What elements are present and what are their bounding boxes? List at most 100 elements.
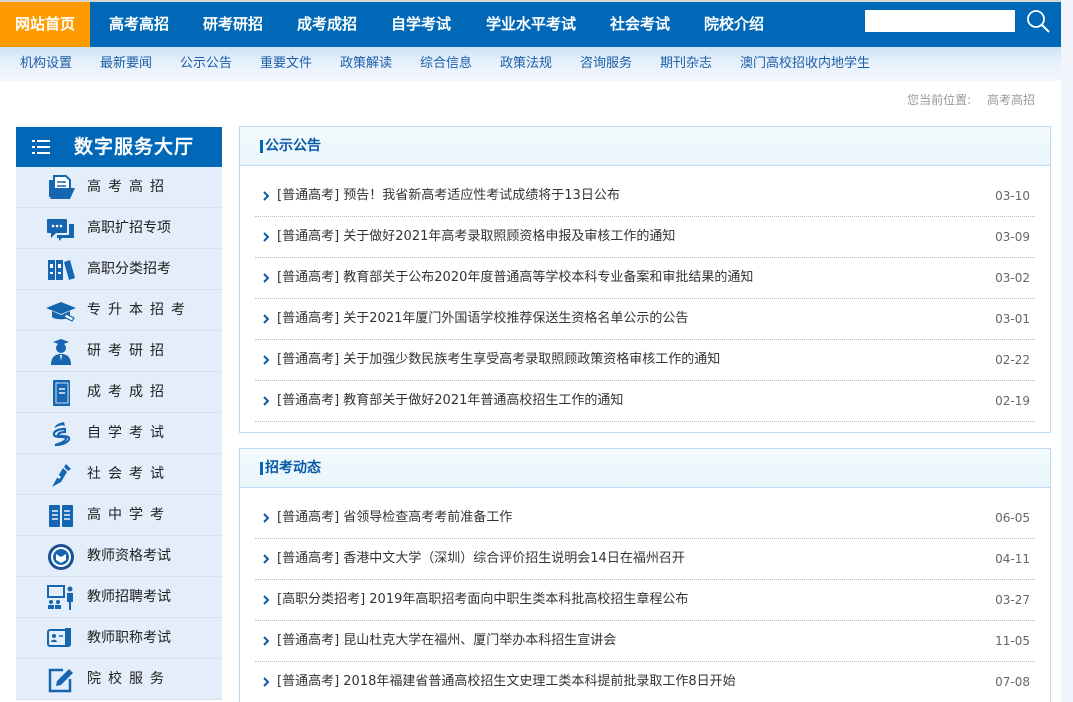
news-item[interactable]: [普通高考] 香港中文大学（深圳）综合评价招生说明会14日在福州召开 04-11 bbox=[255, 539, 1035, 580]
sidebar-title: 数字服务大厅 bbox=[74, 136, 195, 158]
sidebar-item-gaozhi-kuozhao[interactable]: 高职扩招专项 bbox=[16, 208, 222, 249]
panel-title[interactable]: 公示公告 bbox=[265, 127, 321, 166]
sidebar-item-yankao[interactable]: 研考研招 bbox=[16, 331, 222, 372]
subnav-item[interactable]: 综合信息 bbox=[420, 47, 472, 81]
sidebar-item-label: 教师招聘考试 bbox=[87, 589, 171, 605]
chevron-right-icon bbox=[263, 355, 269, 365]
news-item[interactable]: [高职分类招考] 2019年高职招考面向中职生类本科批高校招生章程公布 03-2… bbox=[255, 580, 1035, 621]
news-title[interactable]: [普通高考] 预告！我省新高考适应性考试成绩将于13日公布 bbox=[277, 176, 620, 216]
binders-icon bbox=[48, 260, 75, 280]
subnav-item[interactable]: 重要文件 bbox=[260, 47, 312, 81]
news-item[interactable]: [普通高考] 省领导检查高考考前准备工作 06-05 bbox=[255, 498, 1035, 539]
news-item[interactable]: [普通高考] 关于加强少数民族考生享受高考录取照顾政策资格审核工作的通知 02-… bbox=[255, 340, 1035, 381]
panel-spacer bbox=[240, 422, 1050, 432]
sidebar-header: 数字服务大厅 bbox=[16, 127, 222, 167]
breadcrumb: 您当前位置: 高考高招 bbox=[907, 91, 1035, 108]
panel-header: 招考动态 bbox=[240, 449, 1050, 488]
news-item[interactable]: [普通高考] 关于2021年厦门外国语学校推荐保送生资格名单公示的公告 03-0… bbox=[255, 299, 1035, 340]
chevron-right-icon bbox=[263, 636, 269, 646]
news-title[interactable]: [普通高考] 关于加强少数民族考生享受高考录取照顾政策资格审核工作的通知 bbox=[277, 340, 720, 380]
news-title[interactable]: [普通高考] 教育部关于做好2021年普通高校招生工作的通知 bbox=[277, 381, 623, 421]
news-item[interactable]: [普通高考] 2018年福建省普通高校招生文史理工类本科提前批录取工作8日开始 … bbox=[255, 662, 1035, 702]
sidebar-item-label: 院校服务 bbox=[87, 671, 171, 687]
news-item[interactable]: [普通高考] 教育部关于做好2021年普通高校招生工作的通知 02-19 bbox=[255, 381, 1035, 422]
graduation-cap-icon bbox=[46, 302, 76, 322]
sidebar-item-jiaoshi-zhaopin[interactable]: 教师招聘考试 bbox=[16, 577, 222, 618]
nav-zixue[interactable]: 自学考试 bbox=[380, 2, 462, 47]
teacher-badge-icon bbox=[48, 544, 74, 570]
sidebar-item-jiaoshi-zhicheng[interactable]: 教师职称考试 bbox=[16, 618, 222, 659]
sidebar-item-zixue[interactable]: 自学考试 bbox=[16, 413, 222, 454]
chevron-right-icon bbox=[263, 677, 269, 687]
sidebar-item-label: 教师资格考试 bbox=[87, 548, 171, 564]
nav-chengkao[interactable]: 成考成招 bbox=[286, 2, 368, 47]
sidebar-item-chengkao[interactable]: 成考成招 bbox=[16, 372, 222, 413]
news-item[interactable]: [普通高考] 昆山杜克大学在福州、厦门举办本科招生宣讲会 11-05 bbox=[255, 621, 1035, 662]
news-list: [普通高考] 预告！我省新高考适应性考试成绩将于13日公布 03-10 [普通高… bbox=[240, 166, 1050, 422]
page-scrollbar-track[interactable] bbox=[1061, 0, 1073, 702]
sidebar-item-label: 高考高招 bbox=[87, 179, 171, 195]
news-date: 02-19 bbox=[995, 394, 1030, 408]
chevron-right-icon bbox=[263, 595, 269, 605]
subnav-item[interactable]: 公示公告 bbox=[180, 47, 232, 81]
main-nav: 网站首页 高考高招 研考研招 成考成招 自学考试 学业水平考试 社会考试 院校介… bbox=[0, 2, 1073, 47]
sidebar-item-gaozhi-fenlei[interactable]: 高职分类招考 bbox=[16, 249, 222, 290]
subnav-item[interactable]: 政策法规 bbox=[500, 47, 552, 81]
chevron-right-icon bbox=[263, 314, 269, 324]
pen-nib-icon bbox=[52, 464, 71, 487]
news-title[interactable]: [普通高考] 关于2021年厦门外国语学校推荐保送生资格名单公示的公告 bbox=[277, 299, 688, 339]
teacher-presentation-icon bbox=[47, 585, 73, 610]
subnav-item[interactable]: 机构设置 bbox=[20, 47, 72, 81]
search-button[interactable] bbox=[1024, 7, 1052, 35]
book-icon bbox=[53, 380, 70, 406]
nav-gaokao[interactable]: 高考高招 bbox=[98, 2, 180, 47]
sidebar-item-gaokao[interactable]: 高考高招 bbox=[16, 167, 222, 208]
news-title[interactable]: [普通高考] 2018年福建省普通高校招生文史理工类本科提前批录取工作8日开始 bbox=[277, 662, 736, 702]
sidebar-item-label: 成考成招 bbox=[87, 384, 171, 400]
subnav-item[interactable]: 咨询服务 bbox=[580, 47, 632, 81]
subnav-item[interactable]: 期刊杂志 bbox=[660, 47, 712, 81]
news-date: 11-05 bbox=[995, 634, 1030, 648]
sidebar-item-gaozhong[interactable]: 高中学考 bbox=[16, 495, 222, 536]
news-title[interactable]: [普通高考] 关于做好2021年高考录取照顾资格申报及审核工作的通知 bbox=[277, 217, 675, 257]
news-title[interactable]: [普通高考] 省领导检查高考考前准备工作 bbox=[277, 498, 512, 538]
chevron-right-icon bbox=[263, 273, 269, 283]
nav-shehui[interactable]: 社会考试 bbox=[599, 2, 681, 47]
breadcrumb-prefix: 您当前位置: bbox=[907, 93, 972, 107]
chevron-right-icon bbox=[263, 554, 269, 564]
sidebar-item-label: 社会考试 bbox=[87, 466, 171, 482]
news-date: 03-27 bbox=[995, 593, 1030, 607]
swirl-logo-icon bbox=[52, 422, 71, 447]
panel-title[interactable]: 招考动态 bbox=[265, 449, 321, 488]
news-date: 03-10 bbox=[995, 189, 1030, 203]
news-date: 04-11 bbox=[995, 552, 1030, 566]
sidebar-item-jiaoshi-zige[interactable]: 教师资格考试 bbox=[16, 536, 222, 577]
sidebar-item-yuanxiao-fuwu[interactable]: 院校服务 bbox=[16, 659, 222, 700]
news-title[interactable]: [普通高考] 昆山杜克大学在福州、厦门举办本科招生宣讲会 bbox=[277, 621, 616, 661]
nav-xueye[interactable]: 学业水平考试 bbox=[475, 2, 587, 47]
nav-yuanxiao[interactable]: 院校介绍 bbox=[693, 2, 775, 47]
news-title[interactable]: [普通高考] 教育部关于公布2020年度普通高等学校本科专业备案和审批结果的通知 bbox=[277, 258, 753, 298]
panel-header: 公示公告 bbox=[240, 127, 1050, 166]
digital-service-sidebar: 数字服务大厅 高考高招 高职扩招专项 高职分类招考 专升本招考 研考研招 成考成… bbox=[16, 127, 222, 700]
news-item[interactable]: [普通高考] 教育部关于公布2020年度普通高等学校本科专业备案和审批结果的通知… bbox=[255, 258, 1035, 299]
subnav-item[interactable]: 最新要闻 bbox=[100, 47, 152, 81]
news-date: 03-01 bbox=[995, 312, 1030, 326]
sidebar-item-label: 自学考试 bbox=[87, 425, 171, 441]
subnav-item[interactable]: 政策解读 bbox=[340, 47, 392, 81]
breadcrumb-current[interactable]: 高考高招 bbox=[987, 93, 1035, 107]
news-item[interactable]: [普通高考] 关于做好2021年高考录取照顾资格申报及审核工作的通知 03-09 bbox=[255, 217, 1035, 258]
sidebar-item-shehui[interactable]: 社会考试 bbox=[16, 454, 222, 495]
news-title[interactable]: [普通高考] 香港中文大学（深圳）综合评价招生说明会14日在福州召开 bbox=[277, 539, 685, 579]
nav-yankao[interactable]: 研考研招 bbox=[192, 2, 274, 47]
news-title[interactable]: [高职分类招考] 2019年高职招考面向中职生类本科批高校招生章程公布 bbox=[277, 580, 688, 620]
exam-news-panel: 招考动态 [普通高考] 省领导检查高考考前准备工作 06-05 [普通高考] 香… bbox=[239, 448, 1051, 702]
search-input[interactable] bbox=[865, 10, 1015, 32]
title-bar-marker bbox=[260, 462, 263, 475]
subnav-item[interactable]: 澳门高校招收内地学生 bbox=[740, 47, 870, 81]
sidebar-item-zhuanshengben[interactable]: 专升本招考 bbox=[16, 290, 222, 331]
list-menu-icon bbox=[32, 140, 50, 154]
chevron-right-icon bbox=[263, 232, 269, 242]
news-item[interactable]: [普通高考] 预告！我省新高考适应性考试成绩将于13日公布 03-10 bbox=[255, 176, 1035, 217]
nav-home[interactable]: 网站首页 bbox=[0, 2, 90, 47]
